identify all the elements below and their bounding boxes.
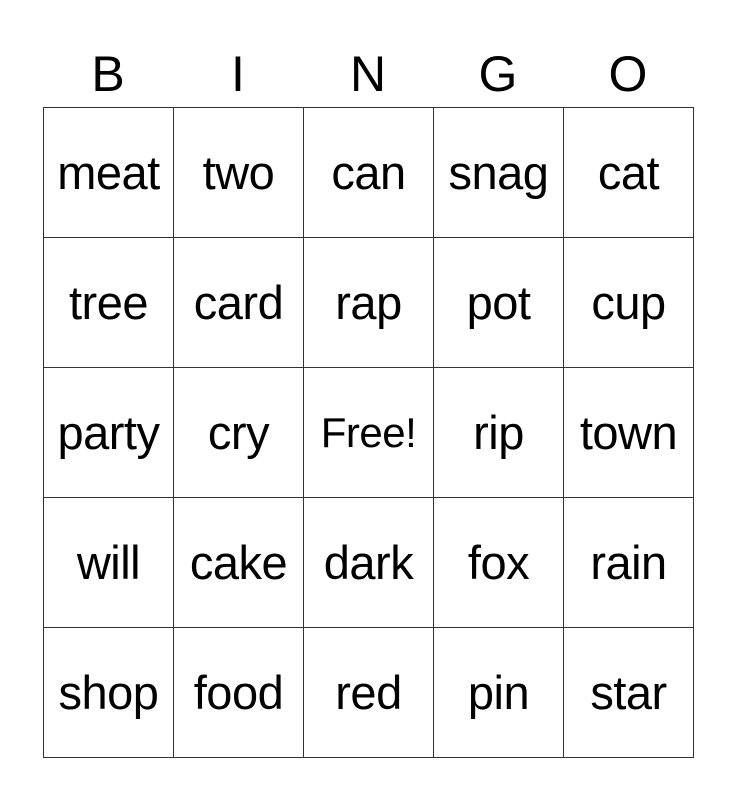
bingo-cell[interactable]: party bbox=[44, 368, 174, 498]
bingo-cell[interactable]: pin bbox=[434, 628, 564, 758]
bingo-cell[interactable]: food bbox=[174, 628, 304, 758]
bingo-cell[interactable]: will bbox=[44, 498, 174, 628]
header-letter-b: B bbox=[91, 46, 125, 102]
header-letter-i: I bbox=[231, 46, 245, 102]
bingo-cell[interactable]: dark bbox=[304, 498, 434, 628]
free-space-cell[interactable]: Free! bbox=[304, 368, 434, 498]
bingo-cell[interactable]: town bbox=[564, 368, 694, 498]
bingo-cell[interactable]: two bbox=[174, 108, 304, 238]
bingo-cell[interactable]: rain bbox=[564, 498, 694, 628]
header-letter-o: O bbox=[608, 46, 648, 102]
bingo-cell[interactable]: rip bbox=[434, 368, 564, 498]
bingo-cell[interactable]: pot bbox=[434, 238, 564, 368]
bingo-cell[interactable]: card bbox=[174, 238, 304, 368]
bingo-cell[interactable]: cake bbox=[174, 498, 304, 628]
bingo-cell[interactable]: can bbox=[304, 108, 434, 238]
bingo-cell[interactable]: cat bbox=[564, 108, 694, 238]
bingo-cell[interactable]: tree bbox=[44, 238, 174, 368]
bingo-cell[interactable]: snag bbox=[434, 108, 564, 238]
bingo-cell[interactable]: cry bbox=[174, 368, 304, 498]
header-letter-n: N bbox=[349, 46, 387, 102]
header-letter-g: G bbox=[478, 46, 518, 102]
bingo-cell[interactable]: meat bbox=[44, 108, 174, 238]
bingo-cell[interactable]: shop bbox=[44, 628, 174, 758]
bingo-header: BINGO bbox=[43, 44, 694, 104]
bingo-card-grid: meat two can snag cat tree card rap pot cup party c… bbox=[43, 107, 694, 758]
bingo-cell[interactable]: rap bbox=[304, 238, 434, 368]
bingo-cell[interactable]: fox bbox=[434, 498, 564, 628]
bingo-cell[interactable]: red bbox=[304, 628, 434, 758]
bingo-cell[interactable]: cup bbox=[564, 238, 694, 368]
bingo-cell[interactable]: star bbox=[564, 628, 694, 758]
